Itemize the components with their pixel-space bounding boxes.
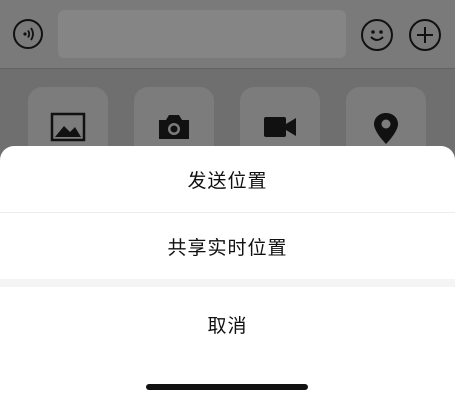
chat-input-bar	[0, 0, 455, 69]
cancel-button[interactable]: 取消	[0, 291, 455, 357]
send-location-button[interactable]: 发送位置	[0, 146, 455, 212]
location-pin-icon	[374, 113, 398, 144]
home-indicator	[146, 384, 308, 390]
emoji-button[interactable]	[361, 19, 393, 51]
plus-icon	[417, 27, 433, 43]
sheet-separator	[0, 279, 455, 287]
more-actions-button[interactable]	[409, 19, 441, 51]
camera-icon	[159, 115, 189, 139]
smiley-icon	[370, 30, 384, 41]
share-live-location-button[interactable]: 共享实时位置	[0, 213, 455, 279]
voice-input-button[interactable]	[13, 19, 43, 49]
location-action-sheet: 发送位置 共享实时位置 取消	[0, 146, 455, 400]
message-input[interactable]	[58, 10, 346, 58]
video-icon	[264, 117, 296, 137]
image-icon	[50, 112, 86, 142]
voice-wave-icon	[23, 27, 34, 41]
